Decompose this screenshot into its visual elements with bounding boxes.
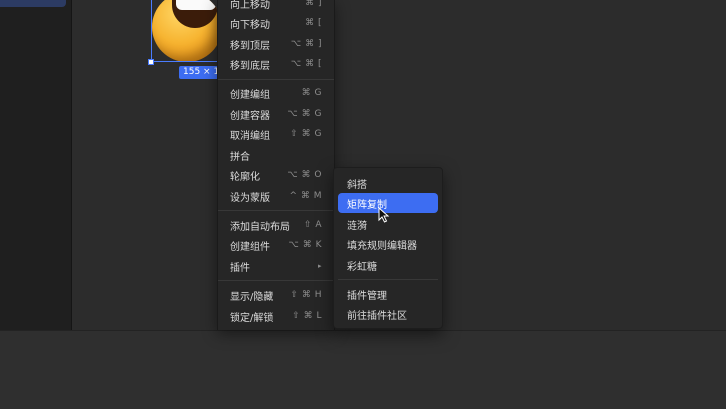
menu-separator [218,210,334,211]
menu-item-label: 插件 [230,262,250,274]
menu-item-flatten[interactable]: 拼合 [218,145,334,165]
plugin-item-manage-plugins[interactable]: 插件管理 [338,284,438,304]
menu-item-lock-unlock[interactable]: 锁定/解锁 ⇧ ⌘ L [218,306,334,326]
menu-item-bring-to-front[interactable]: 移到顶层 ⌥ ⌘ ] [218,34,334,54]
menu-item-shortcut: ⌘ ] [305,0,322,8]
menu-item-label: 添加自动布局 [230,221,290,233]
menu-item-ungroup[interactable]: 取消编组 ⇧ ⌘ G [218,124,334,144]
selected-layer-row[interactable] [0,0,66,7]
plugin-item-plugin-community[interactable]: 前往插件社区 [338,304,438,324]
menu-item-bring-forward[interactable]: 向上移动 ⌘ ] [218,0,334,13]
submenu-arrow-icon: ▸ [317,262,322,270]
menu-item-shortcut: ⌥ ⌘ ] [290,39,322,49]
menu-item-label: 锁定/解锁 [230,312,274,324]
menu-item-label: 移到顶层 [230,40,270,52]
menu-item-plugins[interactable]: 插件 ▸ [218,256,334,276]
menu-item-shortcut: ⌘ [ [305,18,322,28]
menu-item-label: 创建容器 [230,110,270,122]
plugin-item-rainbow-candy[interactable]: 彩虹糖 [338,255,438,275]
menu-item-create-container[interactable]: 创建容器 ⌥ ⌘ G [218,104,334,124]
menu-item-add-auto-layout[interactable]: 添加自动布局 ⇧ A [218,215,334,235]
menu-item-send-to-back[interactable]: 移到底层 ⌥ ⌘ [ [218,54,334,74]
menu-item-label: 轮廓化 [230,171,260,183]
context-menu: 向上移动 ⌘ ] 向下移动 ⌘ [ 移到顶层 ⌥ ⌘ ] 移到底层 ⌥ ⌘ [ 创建编组… [217,0,335,330]
layers-sidebar [0,0,72,330]
menu-item-label: 拼合 [230,151,250,163]
menu-item-shortcut: ⇧ ⌘ G [290,129,322,139]
selection-box [151,0,222,62]
menu-item-shortcut: ⌥ ⌘ O [287,170,322,180]
menu-item-shortcut: ⇧ ⌘ H [290,290,322,300]
bottom-panel [0,330,726,409]
menu-item-shortcut: ⌘ G [301,88,322,98]
menu-separator [338,279,438,280]
menu-item-label: 设为蒙版 [230,192,270,204]
menu-item-label: 向下移动 [230,19,270,31]
menu-item-shortcut: ⇧ ⌘ L [292,311,322,321]
menu-item-label: 取消编组 [230,130,270,142]
menu-separator [218,79,334,80]
menu-item-shortcut: ⌥ ⌘ G [287,109,322,119]
menu-item-outline[interactable]: 轮廓化 ⌥ ⌘ O [218,165,334,185]
plugin-item-fill-rule-editor[interactable]: 填充规则编辑器 [338,234,438,254]
menu-item-label: 向上移动 [230,0,270,11]
menu-item-group[interactable]: 创建编组 ⌘ G [218,83,334,103]
menu-item-shortcut: ⌥ ⌘ K [288,240,322,250]
menu-item-shortcut: ⇧ A [303,220,322,230]
menu-separator [218,280,334,281]
menu-item-label: 创建组件 [230,241,270,253]
menu-item-label: 创建编组 [230,89,270,101]
menu-item-send-backward[interactable]: 向下移动 ⌘ [ [218,13,334,33]
menu-item-shortcut: ^ ⌘ M [289,191,322,201]
menu-item-create-component[interactable]: 创建组件 ⌥ ⌘ K [218,235,334,255]
menu-item-label: 显示/隐藏 [230,291,274,303]
plugin-item-skew[interactable]: 斜搭 [338,173,438,193]
plugin-submenu: 斜搭 矩阵复制 涟漪 填充规则编辑器 彩虹糖 插件管理 前往插件社区 [333,167,443,329]
menu-item-show-hide[interactable]: 显示/隐藏 ⇧ ⌘ H [218,285,334,305]
resize-handle[interactable] [148,59,154,65]
menu-item-shortcut: ⌥ ⌘ [ [290,59,322,69]
menu-item-use-as-mask[interactable]: 设为蒙版 ^ ⌘ M [218,186,334,206]
mouse-cursor-icon [378,207,390,223]
menu-item-label: 移到底层 [230,60,270,72]
